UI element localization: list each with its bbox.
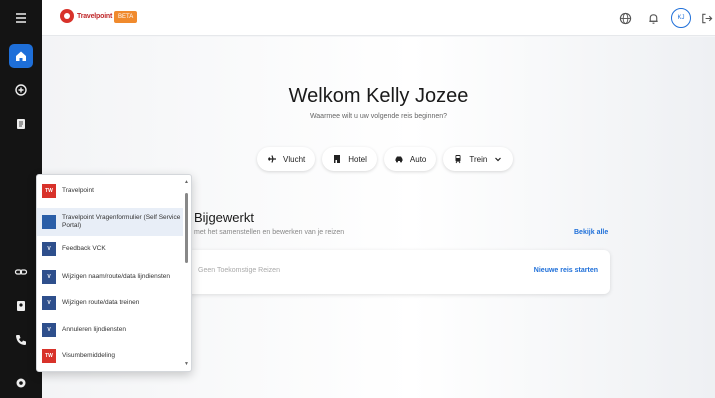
link-icon[interactable] <box>9 260 33 284</box>
trips-card: Geen Toekomstige Reizen Nieuwe reis star… <box>186 250 610 294</box>
logo-text: Travelpoint <box>77 12 113 20</box>
settings-icon[interactable] <box>9 371 33 395</box>
vck-app-icon: V <box>42 242 56 256</box>
dropdown-item-visumbemiddeling[interactable]: TW Visumbemiddeling <box>37 346 183 366</box>
logout-icon[interactable] <box>698 10 714 26</box>
vck-app-icon: V <box>42 270 56 284</box>
dropdown-item-label: Visumbemiddeling <box>62 352 115 359</box>
globe-icon[interactable] <box>617 10 633 26</box>
new-trip-link[interactable]: Nieuwe reis starten <box>534 267 598 274</box>
plane-icon <box>268 155 276 163</box>
vck-app-icon: V <box>42 323 56 337</box>
view-all-link[interactable]: Bekijk alle <box>574 229 608 236</box>
hotel-button[interactable]: Hotel <box>322 147 377 171</box>
beta-badge: BETA <box>114 11 138 23</box>
document-icon[interactable] <box>9 112 33 136</box>
car-label: Auto <box>409 154 427 164</box>
logo-mark-icon <box>60 9 74 23</box>
dropdown-item-annuleren-lijndiensten[interactable]: V Annuleren lijndiensten <box>37 320 183 340</box>
scroll-down-icon[interactable]: ▼ <box>184 361 189 367</box>
scroll-up-icon[interactable]: ▲ <box>184 179 189 185</box>
travelpoint-app-icon: TW <box>42 184 56 198</box>
home-icon[interactable] <box>9 44 33 68</box>
car-button[interactable]: Auto <box>383 147 437 171</box>
dropdown-item-label: Travelpoint <box>62 187 94 194</box>
self-service-portal-icon <box>42 215 56 229</box>
dropdown-item-vragenformulier[interactable]: Travelpoint Vragenformulier (Self Servic… <box>37 208 183 236</box>
bell-icon[interactable] <box>645 10 661 26</box>
section-subtitle: met het samenstellen en bewerken van je … <box>194 229 345 236</box>
dropdown-item-label: Wijzigen route/data treinen <box>62 299 140 306</box>
vck-app-icon: V <box>42 296 56 310</box>
dropdown-item-label: Wijzigen naam/route/data lijndiensten <box>62 273 171 280</box>
section-title: Bijgewerkt <box>194 210 254 225</box>
menu-icon[interactable] <box>9 6 33 30</box>
transport-options: Vlucht Hotel Auto Trein <box>257 147 514 171</box>
dropdown-scrollbar[interactable]: ▲ ▼ <box>184 179 189 367</box>
dropdown-item-label: Feedback VCK <box>62 245 106 252</box>
phone-icon[interactable] <box>9 328 33 352</box>
dropdown-item-label: Annuleren lijndiensten <box>62 326 126 333</box>
travelpoint-logo[interactable]: Travelpoint <box>60 9 112 23</box>
flight-button[interactable]: Vlucht <box>257 147 316 171</box>
train-icon <box>455 155 461 164</box>
dropdown-item-label: Travelpoint Vragenformulier (Self Servic… <box>62 214 181 229</box>
car-icon <box>395 156 403 163</box>
hotel-label: Hotel <box>348 154 367 164</box>
flight-label: Vlucht <box>283 154 306 164</box>
dropdown-item-wijzigen-lijndiensten[interactable]: V Wijzigen naam/route/data lijndiensten <box>37 264 183 290</box>
scroll-thumb[interactable] <box>185 193 188 263</box>
user-avatar[interactable]: KJ <box>671 8 691 28</box>
dropdown-item-travelpoint[interactable]: TW Travelpoint <box>37 181 183 201</box>
hotel-icon <box>334 155 341 163</box>
trips-empty-text: Geen Toekomstige Reizen <box>198 267 280 274</box>
chevron-down-icon <box>495 157 502 162</box>
welcome-subtitle: Waarmee wilt u uw volgende reis beginnen… <box>309 113 448 120</box>
top-header: Travelpoint BETA KJ <box>42 0 715 36</box>
dropdown-item-wijzigen-treinen[interactable]: V Wijzigen route/data treinen <box>37 293 183 313</box>
train-label: Trein <box>469 154 488 164</box>
links-dropdown: TW Travelpoint Travelpoint Vragenformuli… <box>36 174 192 372</box>
dropdown-item-feedback-vck[interactable]: V Feedback VCK <box>37 239 183 259</box>
passport-icon[interactable] <box>9 294 33 318</box>
train-button[interactable]: Trein <box>443 147 514 171</box>
travelpoint-app-icon: TW <box>42 349 56 363</box>
welcome-title: Welkom Kelly Jozee <box>288 85 469 107</box>
add-circle-icon[interactable] <box>9 78 33 102</box>
